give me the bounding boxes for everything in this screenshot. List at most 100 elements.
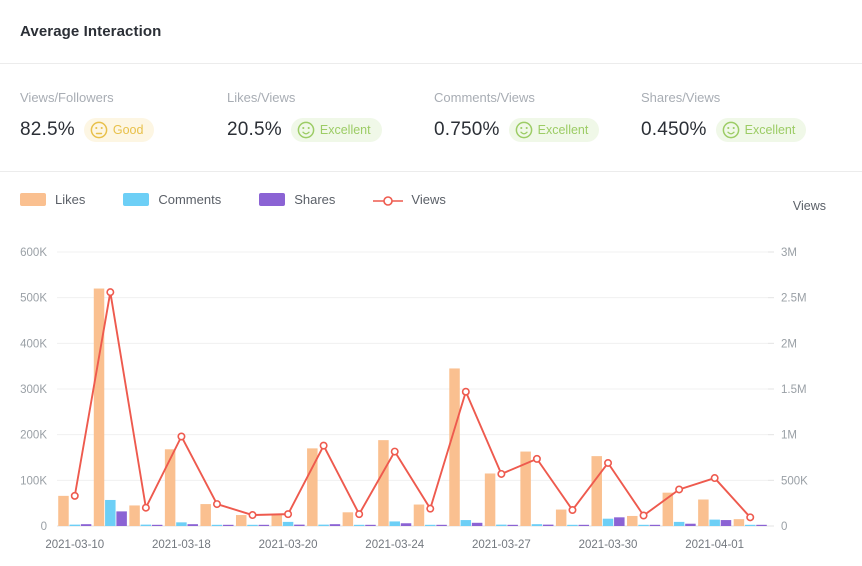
metric-label: Views/Followers xyxy=(20,90,227,105)
views-data-point[interactable] xyxy=(392,448,398,454)
y-axis-tick-label: 300K xyxy=(20,384,47,396)
bar-shares xyxy=(330,524,341,526)
bar-shares xyxy=(543,525,554,526)
bar-comments xyxy=(532,524,543,526)
metric-label: Shares/Views xyxy=(641,90,848,105)
metric-label: Comments/Views xyxy=(434,90,641,105)
views-data-point[interactable] xyxy=(143,505,149,511)
views-data-point[interactable] xyxy=(72,493,78,499)
bar-shares xyxy=(116,511,127,526)
bar-shares xyxy=(365,525,376,526)
bar-likes xyxy=(200,504,211,526)
neutral-face-icon xyxy=(90,121,108,139)
status-badge: Excellent xyxy=(716,118,807,142)
views-data-point[interactable] xyxy=(605,460,611,466)
status-badge-label: Good xyxy=(113,123,144,137)
bar-comments xyxy=(70,525,81,526)
bar-likes xyxy=(272,514,283,526)
legend-item-likes[interactable]: Likes xyxy=(20,192,85,207)
legend-item-views[interactable]: Views xyxy=(373,192,445,207)
bar-likes xyxy=(343,512,354,526)
legend-item-comments[interactable]: Comments xyxy=(123,192,221,207)
views-data-point[interactable] xyxy=(711,475,717,481)
bar-likes xyxy=(485,473,496,526)
bar-likes xyxy=(236,515,247,526)
bar-shares xyxy=(294,525,305,526)
bar-shares xyxy=(756,525,767,526)
x-axis-tick-label: 2021-03-10 xyxy=(45,539,104,551)
y-axis-tick-label: 200K xyxy=(20,430,47,442)
views-data-point[interactable] xyxy=(178,433,184,439)
legend-item-shares[interactable]: Shares xyxy=(259,192,335,207)
right-axis-title: Views xyxy=(793,199,826,213)
metrics-row: Views/Followers82.5%GoodLikes/Views20.5%… xyxy=(0,64,862,172)
bar-comments xyxy=(496,525,507,526)
status-badge-label: Excellent xyxy=(320,123,371,137)
bar-comments xyxy=(176,522,187,526)
views-data-point[interactable] xyxy=(249,512,255,518)
x-axis-tick-label: 2021-03-24 xyxy=(365,539,424,551)
legend-swatch-icon xyxy=(123,193,149,206)
status-badge: Excellent xyxy=(509,118,600,142)
metric-value: 0.750% xyxy=(434,119,500,141)
metric-value: 82.5% xyxy=(20,119,75,141)
views-data-point[interactable] xyxy=(676,486,682,492)
bar-shares xyxy=(579,525,590,526)
y-axis-tick-label: 0 xyxy=(41,521,47,533)
bar-likes xyxy=(698,500,709,526)
views-data-point[interactable] xyxy=(534,456,540,462)
status-badge: Good xyxy=(84,118,155,142)
bar-shares xyxy=(152,525,163,526)
bar-comments xyxy=(212,525,223,526)
x-axis-tick-label: 2021-03-18 xyxy=(152,539,211,551)
bar-likes xyxy=(734,519,745,526)
views-data-point[interactable] xyxy=(107,289,113,295)
views-data-point[interactable] xyxy=(427,505,433,511)
views-data-point[interactable] xyxy=(214,501,220,507)
bar-comments xyxy=(425,525,436,526)
x-axis-tick-label: 2021-03-30 xyxy=(579,539,638,551)
bar-comments xyxy=(461,520,472,526)
average-interaction-card: Average Interaction Views/Followers 82.5%… xyxy=(0,0,862,566)
x-axis-tick-label: 2021-03-20 xyxy=(259,539,318,551)
bar-shares xyxy=(81,524,92,526)
views-data-point[interactable] xyxy=(320,442,326,448)
y-axis-tick-label: 400K xyxy=(20,338,47,350)
views-data-point[interactable] xyxy=(356,511,362,517)
legend-label: Likes xyxy=(55,192,85,207)
bar-shares xyxy=(614,517,625,526)
bar-shares xyxy=(721,520,732,526)
bar-comments xyxy=(354,525,365,526)
bar-comments xyxy=(745,525,756,526)
bar-comments xyxy=(105,500,116,526)
metric-views-followers: Views/Followers 82.5% Good xyxy=(20,90,227,142)
bar-likes xyxy=(378,440,389,526)
legend-label: Shares xyxy=(294,192,335,207)
y-axis-tick-label: 500K xyxy=(20,293,47,305)
x-axis-tick-label: 2021-03-27 xyxy=(472,539,531,551)
y-axis-tick-label: 600K xyxy=(20,247,47,259)
views-data-point[interactable] xyxy=(747,514,753,520)
bar-likes xyxy=(556,510,567,526)
views-data-point[interactable] xyxy=(640,512,646,518)
bar-likes xyxy=(591,456,602,526)
y2-axis-tick-label: 500K xyxy=(781,475,808,487)
y2-axis-tick-label: 3M xyxy=(781,247,797,259)
views-data-point[interactable] xyxy=(498,471,504,477)
bar-likes xyxy=(414,505,425,526)
bar-shares xyxy=(187,524,198,526)
page-title: Average Interaction xyxy=(20,23,161,40)
y2-axis-tick-label: 1M xyxy=(781,430,797,442)
bar-comments xyxy=(567,525,578,526)
status-badge-label: Excellent xyxy=(538,123,589,137)
metric-shares-views: Shares/Views0.450%Excellent xyxy=(641,90,848,142)
bar-likes xyxy=(58,496,69,526)
views-data-point[interactable] xyxy=(463,389,469,395)
views-data-point[interactable] xyxy=(569,507,575,513)
smiley-face-icon xyxy=(297,121,315,139)
legend-label: Comments xyxy=(158,192,221,207)
metric-comments-views: Comments/Views 0.750% Excellent xyxy=(434,90,641,142)
bar-shares xyxy=(507,525,518,526)
views-data-point[interactable] xyxy=(285,511,291,517)
status-badge: Excellent xyxy=(291,118,382,142)
